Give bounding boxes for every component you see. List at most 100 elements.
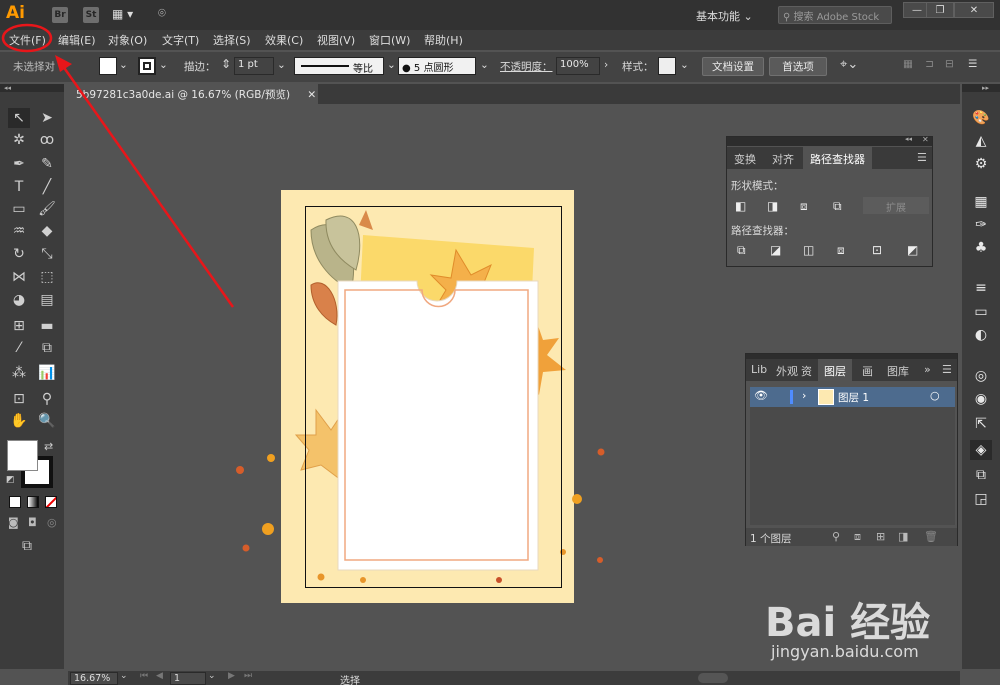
trim-icon[interactable]: ◪ <box>770 243 781 257</box>
none-mode-icon[interactable] <box>45 496 57 508</box>
expand-button[interactable]: 扩展 <box>863 197 929 214</box>
new-layer-icon[interactable]: ◨ <box>898 530 908 543</box>
profile-dropdown-icon[interactable]: ⌄ <box>387 59 396 71</box>
artboard-number[interactable]: 1 <box>170 672 206 685</box>
brush-select[interactable]: ● 5 点圆形 <box>398 57 476 75</box>
draw-normal-icon[interactable]: ◙ <box>8 516 19 529</box>
fill-swatch[interactable] <box>99 57 117 75</box>
last-artboard-icon[interactable]: ⏭ <box>244 671 252 681</box>
free-transform-tool-icon[interactable]: ⬚ <box>36 267 58 287</box>
gradient-panel-icon[interactable]: ▭ <box>970 302 992 322</box>
line-tool-icon[interactable]: ╱ <box>36 177 58 197</box>
stroke-profile-select[interactable]: 等比 <box>294 57 384 75</box>
opacity-input[interactable]: 100% <box>556 57 600 75</box>
horizontal-scrollbar-thumb[interactable] <box>698 673 728 683</box>
shape-builder-tool-icon[interactable]: ◕ <box>8 290 30 310</box>
restore-button[interactable]: ❐ <box>926 2 954 18</box>
tab-layers[interactable]: 图层 <box>818 359 852 381</box>
draw-inside-icon[interactable]: ◎ <box>47 516 57 529</box>
zoom-level[interactable]: 16.67% <box>70 672 118 685</box>
menu-select[interactable]: 选择(S) <box>213 32 251 48</box>
align-to-icon[interactable]: ⌖⌄ <box>840 57 858 72</box>
layer-name[interactable]: 图层 1 <box>838 390 869 405</box>
artboards-panel-icon[interactable]: ⧉ <box>970 465 992 485</box>
tab-pathfinder[interactable]: 路径查找器 <box>803 147 872 169</box>
more-tabs-icon[interactable]: » <box>924 363 931 376</box>
opacity-expand-icon[interactable]: › <box>604 59 608 71</box>
gpu-performance-icon[interactable]: ⌾ <box>158 6 178 24</box>
magic-wand-tool-icon[interactable]: ✲ <box>8 130 30 150</box>
hand-tool-icon[interactable]: ✋ <box>8 411 30 431</box>
close-window-button[interactable]: ✕ <box>954 2 994 18</box>
lasso-tool-icon[interactable]: ꝏ <box>36 130 58 150</box>
column-graph-tool-icon[interactable]: 📊 <box>36 363 58 383</box>
minus-front-icon[interactable]: ◨ <box>767 199 778 213</box>
menu-edit[interactable]: 编辑(E) <box>58 32 96 48</box>
graphic-styles-panel-icon[interactable]: ◉ <box>970 389 992 409</box>
asset-export-icon[interactable]: ◲ <box>970 489 992 509</box>
zoom-dropdown-icon[interactable]: ⌄ <box>120 671 128 681</box>
shaper-tool-icon[interactable]: ♒ <box>8 221 30 241</box>
mesh-tool-icon[interactable]: ⊞ <box>8 316 30 336</box>
brush-dropdown-icon[interactable]: ⌄ <box>480 59 489 71</box>
target-circle-icon[interactable]: ○ <box>930 389 940 402</box>
menu-effect[interactable]: 效果(C) <box>265 32 303 48</box>
stroke-weight-input[interactable]: 1 pt <box>234 57 274 75</box>
close-tab-icon[interactable]: ✕ <box>307 89 316 101</box>
style-dropdown-icon[interactable]: ⌄ <box>680 59 689 71</box>
tools-collapse-icon[interactable]: ◂◂ <box>0 84 64 92</box>
new-sublayer-icon[interactable]: ⊞ <box>876 530 885 543</box>
symbols-panel-icon[interactable]: ♣ <box>970 238 992 258</box>
selection-tool-icon[interactable]: ↖ <box>8 108 30 128</box>
preferences-button[interactable]: 首选项 <box>769 57 827 76</box>
blend-tool-icon[interactable]: ⧉ <box>36 338 58 358</box>
menu-type[interactable]: 文字(T) <box>162 32 199 48</box>
divide-icon[interactable]: ⧉ <box>737 243 746 258</box>
pen-tool-icon[interactable]: ✒ <box>8 154 30 174</box>
crop-icon[interactable]: ⧈ <box>837 243 845 258</box>
clipping-mask-icon[interactable]: ⧈ <box>854 530 861 544</box>
transparency-panel-icon[interactable]: ◐ <box>970 325 992 345</box>
menu-object[interactable]: 对象(O) <box>108 32 147 48</box>
color-themes-icon[interactable]: ⚙ <box>970 154 992 174</box>
collapse-panel-icon[interactable]: ◂◂ <box>905 135 912 143</box>
stroke-panel-icon[interactable]: ≡ <box>970 278 992 298</box>
perspective-grid-tool-icon[interactable]: ▤ <box>36 290 58 310</box>
merge-icon[interactable]: ◫ <box>803 243 814 257</box>
menu-help[interactable]: 帮助(H) <box>424 32 463 48</box>
tab-artboards[interactable]: 画 <box>856 359 879 381</box>
transform-icon[interactable]: ▦ <box>903 58 913 70</box>
opacity-label[interactable]: 不透明度： <box>500 59 553 74</box>
width-tool-icon[interactable]: ⋈ <box>8 267 30 287</box>
tab-assets[interactable]: 资 <box>798 359 815 381</box>
close-panel-icon[interactable]: ✕ <box>922 135 929 144</box>
first-artboard-icon[interactable]: ⏮ <box>140 671 148 681</box>
dock-collapse-icon[interactable]: ▸▸ <box>962 84 1000 92</box>
fill-color-box[interactable] <box>7 440 38 471</box>
swatches-panel-icon[interactable]: ▦ <box>970 192 992 212</box>
symbol-sprayer-tool-icon[interactable]: ⁂ <box>8 363 30 383</box>
tab-align[interactable]: 对齐 <box>765 147 801 169</box>
tab-libraries-cn[interactable]: 图库 <box>883 359 913 381</box>
brushes-panel-icon[interactable]: ✑ <box>970 215 992 235</box>
panel-options-icon[interactable]: ☰ <box>917 151 927 164</box>
artboard-dropdown-icon[interactable]: ⌄ <box>208 671 216 681</box>
next-artboard-icon[interactable]: ▶ <box>228 671 235 681</box>
stroke-swatch[interactable] <box>138 57 156 75</box>
layer-row[interactable]: 👁 › 图层 1 ○ <box>750 387 955 407</box>
zoom-tool-icon[interactable]: 🔍 <box>36 411 58 431</box>
locate-object-icon[interactable]: ⚲ <box>832 530 840 543</box>
intersect-icon[interactable]: ⧈ <box>800 199 808 214</box>
eraser-tool-icon[interactable]: ◆ <box>36 221 58 241</box>
layers-panel-icon[interactable]: ◈ <box>970 440 992 460</box>
artboard-tool-icon[interactable]: ⊡ <box>8 389 30 409</box>
direct-selection-tool-icon[interactable]: ➤ <box>36 108 58 128</box>
type-tool-icon[interactable]: T <box>8 177 30 197</box>
color-panel-icon[interactable]: 🎨 <box>970 108 992 128</box>
outline-icon[interactable]: ⊡ <box>872 243 882 257</box>
slice-tool-icon[interactable]: ⚲ <box>36 389 58 409</box>
tab-libraries[interactable]: Lib <box>746 359 772 381</box>
fill-dropdown-icon[interactable]: ⌄ <box>119 59 128 71</box>
arrange-icon[interactable]: ⊟ <box>945 58 954 70</box>
gradient-tool-icon[interactable]: ▬ <box>36 316 58 336</box>
